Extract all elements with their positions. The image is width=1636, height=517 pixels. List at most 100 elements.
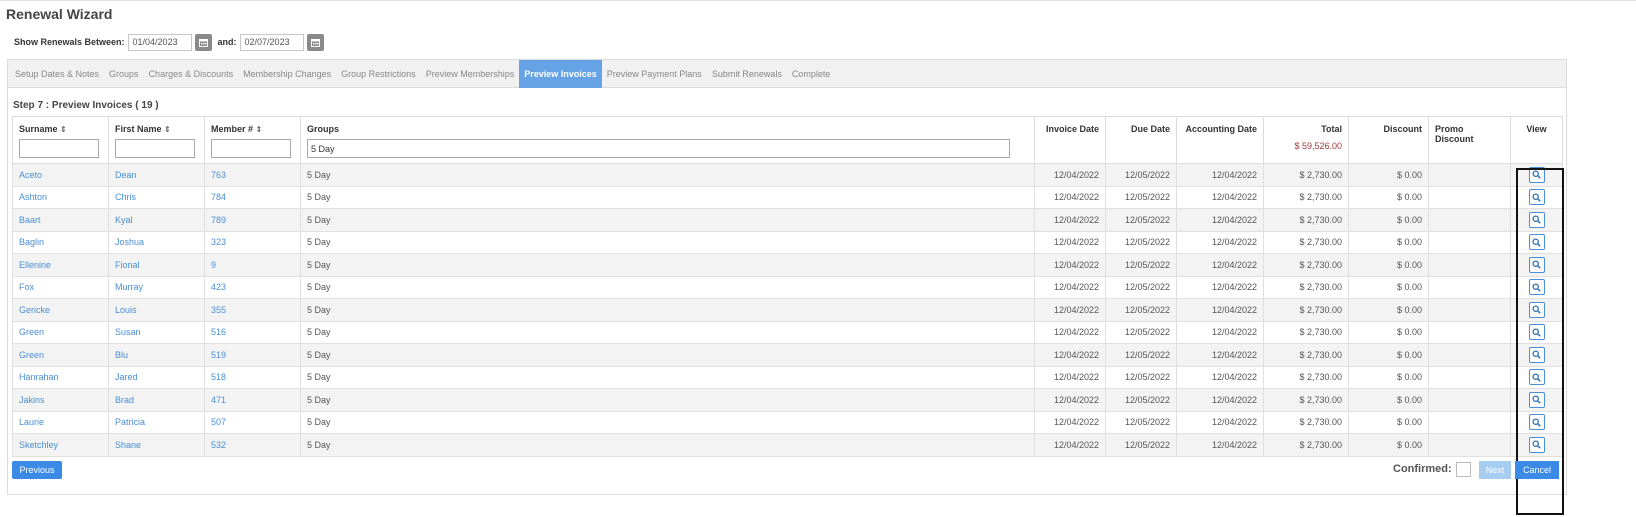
surname-cell[interactable]: Fox bbox=[12, 275, 109, 299]
tab-membership-changes[interactable]: Membership Changes bbox=[238, 60, 336, 88]
first-name-cell[interactable]: Murray bbox=[108, 275, 205, 299]
promo-discount-cell bbox=[1428, 208, 1511, 232]
groups-cell: 5 Day bbox=[300, 320, 1035, 344]
member-number-cell[interactable]: 355 bbox=[204, 298, 301, 322]
search-icon[interactable] bbox=[1528, 346, 1545, 363]
view-cell bbox=[1510, 298, 1563, 322]
member-number-cell[interactable]: 519 bbox=[204, 343, 301, 367]
invoice-date-cell: 12/04/2022 bbox=[1034, 208, 1106, 232]
tab-groups[interactable]: Groups bbox=[104, 60, 144, 88]
col-first-name[interactable]: First Name ⇕ bbox=[108, 116, 205, 164]
due-date-cell: 12/05/2022 bbox=[1105, 365, 1177, 389]
tab-submit-renewals[interactable]: Submit Renewals bbox=[707, 60, 787, 88]
first-name-cell[interactable]: Fional bbox=[108, 253, 205, 277]
groups-filter-input[interactable] bbox=[307, 139, 1010, 158]
sort-icon[interactable]: ⇕ bbox=[256, 125, 263, 134]
total-cell: $ 2,730.00 bbox=[1263, 410, 1349, 434]
member-number-cell[interactable]: 532 bbox=[204, 433, 301, 457]
table-row: Fox Murray 423 5 Day 12/04/2022 12/05/2022 12/… bbox=[12, 275, 1563, 299]
surname-cell[interactable]: Ashton bbox=[12, 185, 109, 209]
tab-group-restrictions[interactable]: Group Restrictions bbox=[336, 60, 421, 88]
calendar-icon[interactable] bbox=[194, 33, 212, 51]
surname-cell[interactable]: Jakins bbox=[12, 388, 109, 412]
member-number-cell[interactable]: 507 bbox=[204, 410, 301, 434]
surname-cell[interactable]: Green bbox=[12, 343, 109, 367]
sort-icon[interactable]: ⇕ bbox=[60, 125, 67, 134]
table-header-row: Surname ⇕ First Name ⇕ Member # ⇕ Groups bbox=[12, 116, 1563, 164]
to-date-input[interactable] bbox=[239, 33, 304, 51]
search-icon[interactable] bbox=[1528, 166, 1545, 183]
surname-cell[interactable]: Sketchley bbox=[12, 433, 109, 457]
due-date-cell: 12/05/2022 bbox=[1105, 433, 1177, 457]
tab-complete[interactable]: Complete bbox=[787, 60, 836, 88]
surname-cell[interactable]: Hanrahan bbox=[12, 365, 109, 389]
search-icon[interactable] bbox=[1528, 391, 1545, 408]
member-number-cell[interactable]: 323 bbox=[204, 230, 301, 254]
first-name-cell[interactable]: Blu bbox=[108, 343, 205, 367]
surname-cell[interactable]: Gericke bbox=[12, 298, 109, 322]
col-member-number[interactable]: Member # ⇕ bbox=[204, 116, 301, 164]
due-date-cell: 12/05/2022 bbox=[1105, 410, 1177, 434]
surname-cell[interactable]: Ellenine bbox=[12, 253, 109, 277]
cancel-button[interactable]: Cancel bbox=[1515, 461, 1559, 479]
col-surname[interactable]: Surname ⇕ bbox=[12, 116, 109, 164]
search-icon[interactable] bbox=[1528, 436, 1545, 453]
first-name-cell[interactable]: Jared bbox=[108, 365, 205, 389]
member-number-cell[interactable]: 423 bbox=[204, 275, 301, 299]
next-button[interactable]: Next bbox=[1479, 461, 1511, 479]
surname-cell[interactable]: Baart bbox=[12, 208, 109, 232]
first-name-cell[interactable]: Susan bbox=[108, 320, 205, 344]
previous-button[interactable]: Previous bbox=[12, 461, 62, 479]
promo-discount-cell bbox=[1428, 320, 1511, 344]
tab-setup-dates-notes[interactable]: Setup Dates & Notes bbox=[10, 60, 104, 88]
first-name-cell[interactable]: Chris bbox=[108, 185, 205, 209]
member-number-filter-input[interactable] bbox=[211, 139, 291, 158]
discount-cell: $ 0.00 bbox=[1348, 410, 1429, 434]
member-number-cell[interactable]: 789 bbox=[204, 208, 301, 232]
search-icon[interactable] bbox=[1528, 234, 1545, 251]
date-and-label: and: bbox=[217, 37, 237, 47]
surname-filter-input[interactable] bbox=[19, 139, 99, 158]
table-row: Hanrahan Jared 518 5 Day 12/04/2022 12/05/202… bbox=[12, 365, 1563, 389]
member-number-cell[interactable]: 516 bbox=[204, 320, 301, 344]
search-icon[interactable] bbox=[1528, 189, 1545, 206]
member-number-cell[interactable]: 763 bbox=[204, 163, 301, 187]
first-name-cell[interactable]: Brad bbox=[108, 388, 205, 412]
member-number-cell[interactable]: 518 bbox=[204, 365, 301, 389]
surname-cell[interactable]: Green bbox=[12, 320, 109, 344]
surname-cell[interactable]: Aceto bbox=[12, 163, 109, 187]
search-icon[interactable] bbox=[1528, 301, 1545, 318]
tab-preview-invoices[interactable]: Preview Invoices bbox=[519, 60, 602, 88]
tab-charges-discounts[interactable]: Charges & Discounts bbox=[144, 60, 239, 88]
search-icon[interactable] bbox=[1528, 414, 1545, 431]
member-number-cell[interactable]: 471 bbox=[204, 388, 301, 412]
calendar-icon[interactable] bbox=[306, 33, 324, 51]
first-name-cell[interactable]: Shane bbox=[108, 433, 205, 457]
first-name-cell[interactable]: Louis bbox=[108, 298, 205, 322]
search-icon[interactable] bbox=[1528, 279, 1545, 296]
search-icon[interactable] bbox=[1528, 324, 1545, 341]
sort-icon[interactable]: ⇕ bbox=[164, 125, 171, 134]
search-icon[interactable] bbox=[1528, 211, 1545, 228]
from-date-input[interactable] bbox=[127, 33, 192, 51]
tab-preview-memberships[interactable]: Preview Memberships bbox=[421, 60, 520, 88]
first-name-filter-input[interactable] bbox=[115, 139, 195, 158]
search-icon[interactable] bbox=[1528, 256, 1545, 273]
surname-cell[interactable]: Baglin bbox=[12, 230, 109, 254]
table-row: Green Blu 519 5 Day 12/04/2022 12/05/2022 12/0… bbox=[12, 343, 1563, 367]
search-icon[interactable] bbox=[1528, 369, 1545, 386]
surname-cell[interactable]: Laurie bbox=[12, 410, 109, 434]
confirmed-checkbox[interactable] bbox=[1456, 462, 1471, 477]
table-row: Laurie Patricia 507 5 Day 12/04/2022 12/05/20… bbox=[12, 410, 1563, 434]
invoice-date-cell: 12/04/2022 bbox=[1034, 365, 1106, 389]
invoice-table-body: Aceto Dean 763 5 Day 12/04/2022 12/05/2022 12/… bbox=[12, 163, 1563, 457]
tab-preview-payment-plans[interactable]: Preview Payment Plans bbox=[602, 60, 707, 88]
first-name-cell[interactable]: Dean bbox=[108, 163, 205, 187]
discount-cell: $ 0.00 bbox=[1348, 298, 1429, 322]
first-name-cell[interactable]: Joshua bbox=[108, 230, 205, 254]
table-row: Green Susan 516 5 Day 12/04/2022 12/05/2022 12… bbox=[12, 320, 1563, 344]
first-name-cell[interactable]: Patricia bbox=[108, 410, 205, 434]
member-number-cell[interactable]: 784 bbox=[204, 185, 301, 209]
member-number-cell[interactable]: 9 bbox=[204, 253, 301, 277]
first-name-cell[interactable]: Kyal bbox=[108, 208, 205, 232]
